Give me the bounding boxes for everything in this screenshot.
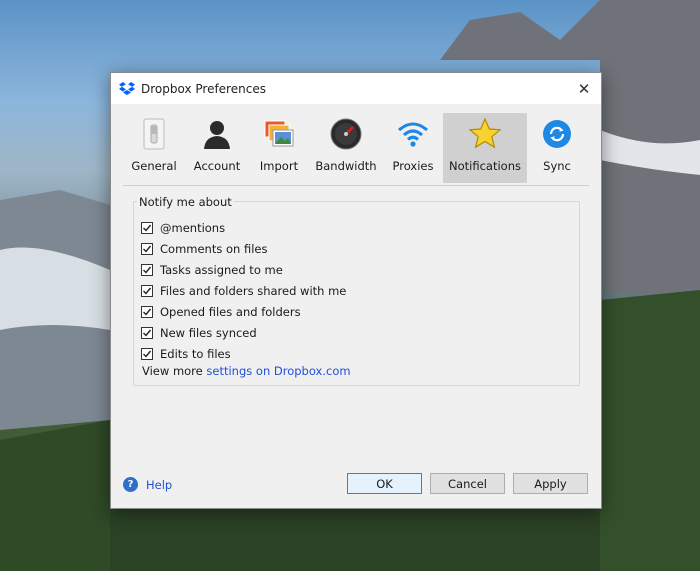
checkbox[interactable] <box>141 263 153 276</box>
checkmark-icon <box>143 308 152 316</box>
checkbox[interactable] <box>141 221 153 234</box>
check-edits[interactable]: Edits to files <box>141 343 346 364</box>
tab-general[interactable]: General <box>123 113 185 183</box>
notification-checklist: @mentions Comments on files Tasks assign… <box>141 217 346 364</box>
check-label: Edits to files <box>160 346 231 361</box>
close-icon: ✕ <box>577 79 591 98</box>
tab-general-label: General <box>131 159 177 173</box>
checkbox[interactable] <box>141 305 153 318</box>
dropbox-settings-link[interactable]: settings on Dropbox.com <box>206 364 350 378</box>
preferences-tabs: General Account Import Bandwidth Proxies <box>123 113 587 185</box>
tab-import-label: Import <box>259 159 299 173</box>
check-tasks[interactable]: Tasks assigned to me <box>141 259 346 280</box>
photos-icon <box>262 117 296 151</box>
notify-group-title: Notify me about <box>137 195 234 209</box>
sync-icon <box>540 117 574 151</box>
apply-button[interactable]: Apply <box>513 473 588 494</box>
check-label: Comments on files <box>160 241 268 256</box>
checkbox[interactable] <box>141 284 153 297</box>
checkmark-icon <box>143 245 152 253</box>
check-shared[interactable]: Files and folders shared with me <box>141 280 346 301</box>
help-icon: ? <box>123 477 138 492</box>
check-label: Opened files and folders <box>160 304 301 319</box>
switch-icon <box>137 117 171 151</box>
checkmark-icon <box>143 287 152 295</box>
help-label: Help <box>146 477 173 492</box>
title-bar: Dropbox Preferences ✕ <box>111 73 601 104</box>
tab-import[interactable]: Import <box>249 113 309 183</box>
check-opened[interactable]: Opened files and folders <box>141 301 346 322</box>
check-label: @mentions <box>160 220 226 235</box>
check-label: New files synced <box>160 325 257 340</box>
person-icon <box>200 117 234 151</box>
check-label: Tasks assigned to me <box>160 262 283 277</box>
star-icon <box>468 117 502 151</box>
check-comments[interactable]: Comments on files <box>141 238 346 259</box>
toolbar-divider <box>123 185 589 186</box>
help-link[interactable]: ? Help <box>123 477 172 492</box>
checkmark-icon <box>143 350 152 358</box>
check-mentions[interactable]: @mentions <box>141 217 346 238</box>
tab-notifications-label: Notifications <box>449 159 521 173</box>
checkmark-icon <box>143 266 152 274</box>
tab-proxies-label: Proxies <box>392 159 434 173</box>
view-more-prefix: View more <box>142 364 203 378</box>
dropbox-logo-icon <box>119 81 135 95</box>
check-label: Files and folders shared with me <box>160 283 347 298</box>
tab-bandwidth-label: Bandwidth <box>315 159 377 173</box>
tab-sync[interactable]: Sync <box>527 113 587 183</box>
cancel-button[interactable]: Cancel <box>430 473 505 494</box>
gauge-icon <box>329 117 363 151</box>
tab-account[interactable]: Account <box>185 113 249 183</box>
wifi-icon <box>396 117 430 151</box>
tab-proxies[interactable]: Proxies <box>383 113 443 183</box>
preferences-window: Dropbox Preferences ✕ General Account Im… <box>110 72 602 509</box>
checkbox[interactable] <box>141 326 153 339</box>
tab-bandwidth[interactable]: Bandwidth <box>309 113 383 183</box>
ok-button[interactable]: OK <box>347 473 422 494</box>
checkbox[interactable] <box>141 242 153 255</box>
view-more-text: View more settings on Dropbox.com <box>142 364 351 378</box>
tab-account-label: Account <box>193 159 241 173</box>
checkbox[interactable] <box>141 347 153 360</box>
check-new-synced[interactable]: New files synced <box>141 322 346 343</box>
close-button[interactable]: ✕ <box>567 73 601 104</box>
tab-sync-label: Sync <box>543 159 571 173</box>
window-title: Dropbox Preferences <box>141 81 266 96</box>
checkmark-icon <box>143 224 152 232</box>
tab-notifications[interactable]: Notifications <box>443 113 527 183</box>
checkmark-icon <box>143 329 152 337</box>
